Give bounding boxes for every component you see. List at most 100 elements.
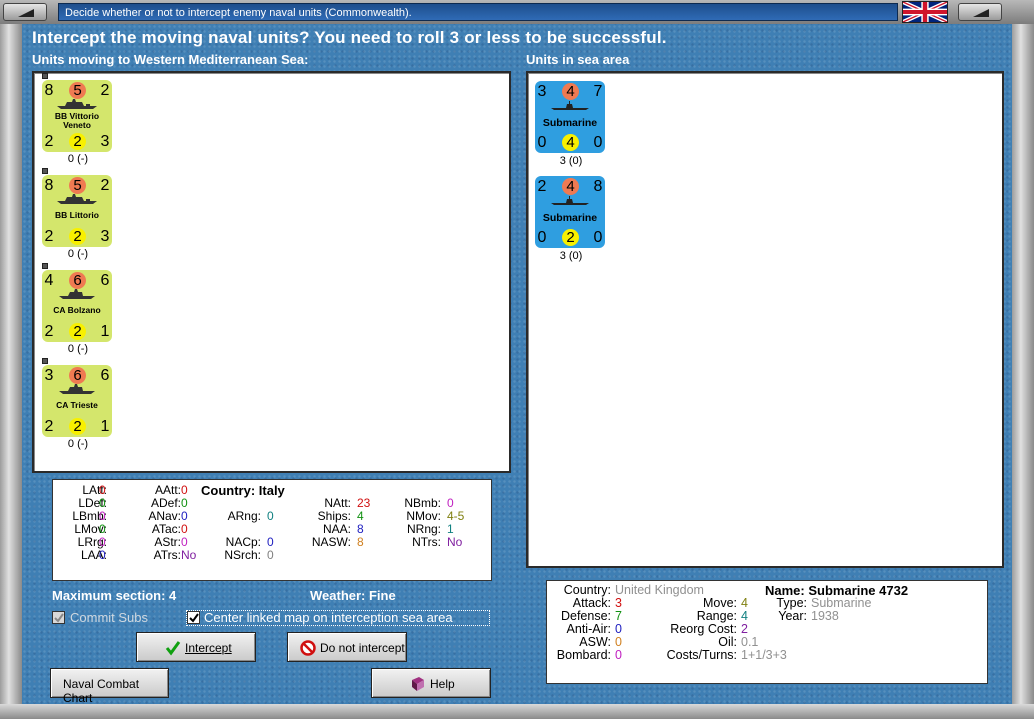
stat-value: 0 [181,535,188,549]
stat-label: ADef: [150,496,181,510]
commit-subs-checkbox[interactable]: Commit Subs [52,610,192,626]
battleship-icon [57,194,97,204]
stat-label: NAA: [322,522,351,536]
detail-value: 1+1/3+3 [741,648,787,662]
cruiser-icon [59,384,95,394]
range-value: 6 [100,367,110,384]
stat-label: ANav: [148,509,181,523]
commit-subs-box[interactable] [52,611,65,624]
stat-label: NASW: [311,535,351,549]
submarine-icon [551,196,589,205]
dialog-headline: Intercept the moving naval units? You ne… [32,28,667,47]
moving-units-panel[interactable]: 8 5 2 BB Vittorio Veneto 2 2 3 0 (-) 8 5… [32,71,511,473]
detail-label: Attack: [572,596,611,610]
defense-value: 2 [44,228,54,245]
detail-value: 3 [615,596,622,610]
detail-value: 4 [741,596,748,610]
unit-status: 3 (0) [559,250,583,262]
check-icon [165,641,181,656]
intercept-button[interactable]: Intercept [136,632,256,662]
stat-value: 23 [357,496,371,510]
stat-value: 0 [99,509,106,523]
center-map-label: Center linked map on interception sea ar… [204,610,453,625]
defense-value: 2 [44,323,54,340]
check-icon [54,613,64,623]
stat-label: Ships: [317,509,351,523]
attack-circle: 6 [69,272,86,289]
move-value: 0 [593,134,603,151]
sea-area-units-panel[interactable]: 3 4 7 Submarine 0 4 0 3 (0) 2 4 8 Submar… [526,71,1004,568]
detail-label: Defense: [560,609,611,623]
land-attack-value: 3 [537,83,547,100]
uk-flag-icon [902,1,948,23]
window-title: Decide whether or not to intercept enemy… [58,3,898,21]
battleship-icon [57,99,97,109]
unit-card: 4 6 6 CA Bolzano 2 2 1 [42,270,112,342]
range-value: 7 [593,83,603,100]
move-value: 1 [100,323,110,340]
defense-value: 2 [44,418,54,435]
unit-status: 0 (-) [67,438,89,450]
moving-units-label: Units moving to Western Mediterranean Se… [32,52,309,67]
no-entry-icon [300,640,316,656]
stat-value: 0 [99,483,106,497]
detail-type-label: Type: [776,596,807,610]
stat-value: 0 [99,496,106,510]
detail-country-value: United Kingdom [615,583,704,597]
range-value: 2 [100,82,110,99]
detail-label: Oil: [718,635,737,649]
stat-value: 0 [181,522,188,536]
stat-label: NBmb: [404,496,441,510]
center-map-checkbox[interactable]: Center linked map on interception sea ar… [186,610,490,626]
unit-card: 8 5 2 BB Littorio 2 2 3 [42,175,112,247]
detail-value: 0 [615,635,622,649]
detail-label: Move: [702,596,737,610]
system-menu-button[interactable] [3,3,47,21]
unit-status: 3 (0) [559,155,583,167]
unit-marker [42,358,48,364]
do-not-intercept-button[interactable]: Do not intercept [287,632,407,662]
sea-units-label: Units in sea area [526,52,630,67]
detail-label: Reorg Cost: [670,622,737,636]
stat-value: 0 [181,509,188,523]
naval-combat-chart-button[interactable]: Naval Combat Chart [50,668,169,705]
cruiser-icon [59,289,95,299]
defense-value: 2 [44,133,54,150]
stat-label: ARng: [227,509,261,523]
stat-label: NACp: [225,535,261,549]
stat-value: 0 [267,509,274,523]
unit-status: 0 (-) [67,248,89,260]
land-attack-value: 4 [44,272,54,289]
detail-label: Anti-Air: [566,622,611,636]
unit-marker [42,168,48,174]
detail-value: 0 [615,648,622,662]
stat-value: No [181,548,197,562]
stat-value: 0 [267,535,274,549]
unit-name: CA Bolzano [53,305,101,315]
movement-circle: 2 [69,418,86,435]
minimize-icon [18,9,34,17]
detail-value: 2 [741,622,748,636]
center-map-box[interactable] [187,611,200,624]
range-value: 6 [100,272,110,289]
stat-label: AStr: [154,535,181,549]
unit-name: Submarine [542,212,598,224]
defense-value: 0 [537,134,547,151]
stat-value: 0 [447,496,454,510]
check-icon [189,613,199,623]
detail-label: Bombard: [556,648,611,662]
stat-value: 1 [447,522,454,536]
movement-circle: 2 [69,133,86,150]
dialog-content: Intercept the moving naval units? You ne… [22,24,1012,705]
close-button[interactable] [958,3,1002,21]
help-button[interactable]: Help [371,668,491,698]
unit-status: 0 (-) [67,343,89,355]
attack-circle: 5 [69,82,86,99]
detail-label: Range: [696,609,737,623]
attack-circle: 4 [562,83,579,100]
move-value: 3 [100,228,110,245]
detail-value: 4 [741,609,748,623]
intercept-label: Intercept [185,641,232,655]
range-value: 8 [593,178,603,195]
detail-value: 0.1 [741,635,759,649]
